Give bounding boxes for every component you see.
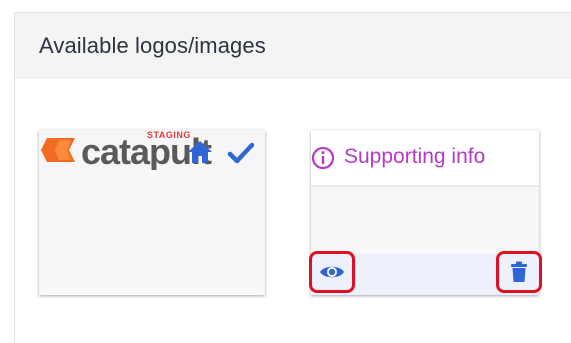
panel-header: Available logos/images [15, 13, 571, 79]
logo-card-body [39, 170, 265, 295]
logo-card-catapult[interactable]: catapult STAGING [39, 130, 265, 295]
info-icon [311, 146, 335, 170]
home-icon[interactable] [187, 140, 213, 164]
catapult-logo-icon [41, 138, 75, 162]
check-icon[interactable] [227, 142, 255, 164]
supporting-info-body [311, 187, 539, 254]
view-button[interactable] [309, 251, 355, 293]
staging-label: STAGING [147, 130, 191, 140]
supporting-info-header: Supporting info [311, 130, 539, 185]
delete-button[interactable] [496, 251, 542, 293]
supporting-info-title: Supporting info [344, 145, 486, 168]
eye-icon [320, 266, 344, 278]
logo-card-supporting-info[interactable]: Supporting info [309, 130, 542, 295]
trash-icon [511, 261, 527, 282]
panel-title: Available logos/images [39, 33, 266, 58]
card-action-bar [309, 251, 542, 295]
